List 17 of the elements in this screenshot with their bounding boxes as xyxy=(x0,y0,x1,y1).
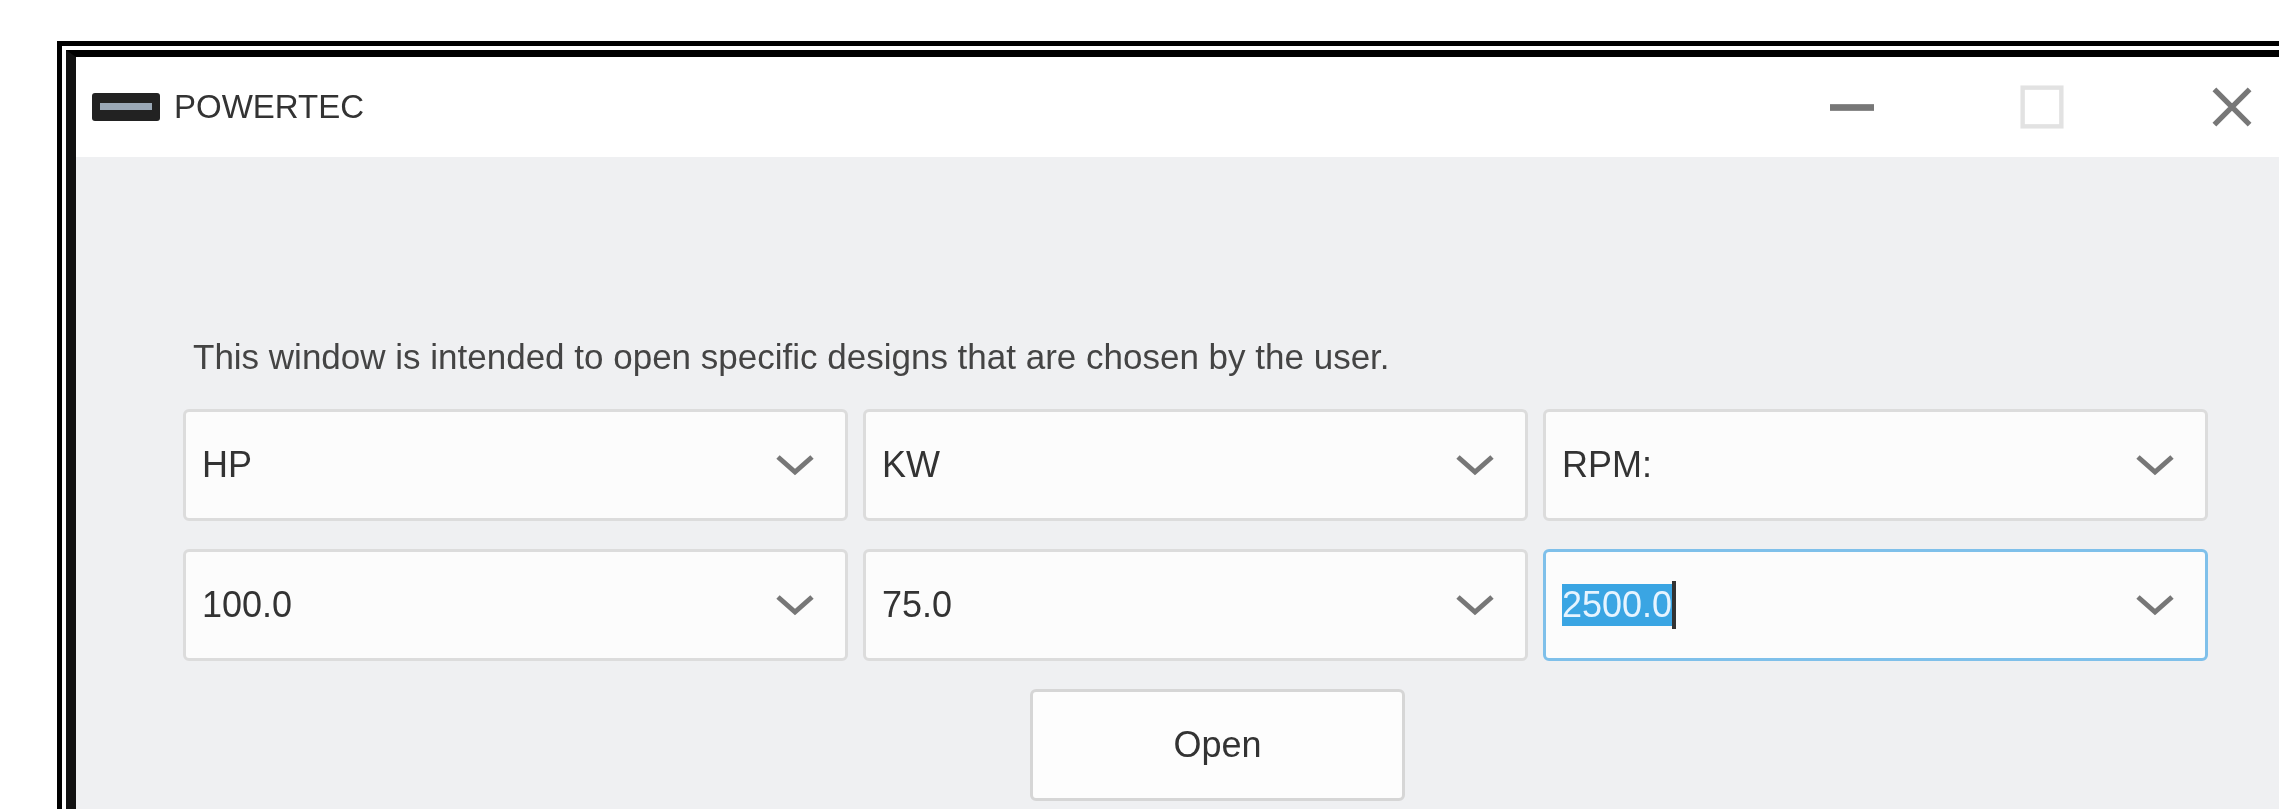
intro-text: This window is intended to open specific designs that are chosen by the user. xyxy=(193,337,1391,377)
chevron-down-icon xyxy=(775,453,815,477)
minimize-icon xyxy=(1830,103,1874,111)
combo-box[interactable]: HP xyxy=(183,409,848,521)
chevron-down-icon xyxy=(775,593,815,617)
combo-box[interactable]: 100.0 xyxy=(183,549,848,661)
chevron-down-icon xyxy=(1455,593,1495,617)
chevron-down-icon xyxy=(2135,593,2175,617)
combo-box[interactable]: 75.0 xyxy=(863,549,1528,661)
window-title: POWERTEC xyxy=(174,88,365,126)
maximize-icon xyxy=(2020,85,2064,129)
close-icon xyxy=(2210,85,2254,129)
chevron-down-icon xyxy=(1455,453,1495,477)
combo-box[interactable]: RPM: xyxy=(1543,409,2208,521)
combo-box[interactable]: KW xyxy=(863,409,1528,521)
chevron-down-icon xyxy=(2135,453,2175,477)
open-button[interactable]: Open xyxy=(1030,689,1405,801)
